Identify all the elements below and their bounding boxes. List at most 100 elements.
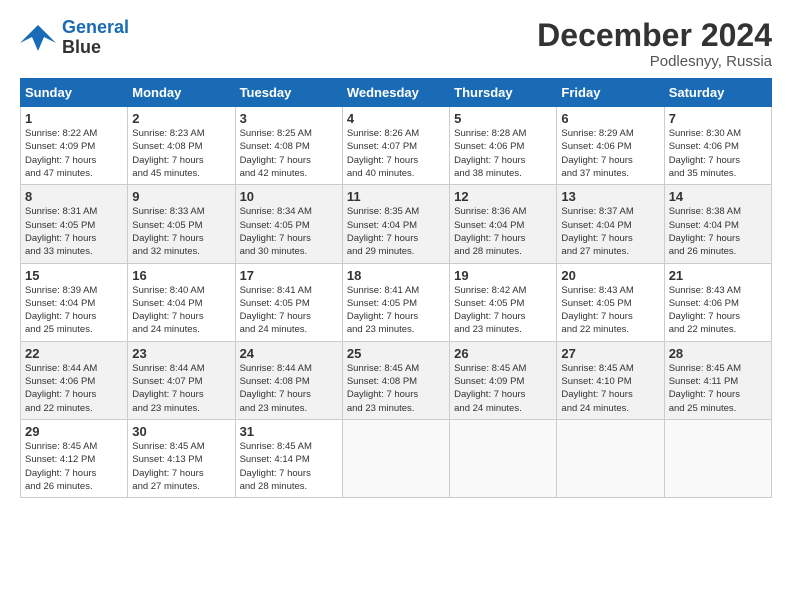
day-info: Sunrise: 8:36 AM Sunset: 4:04 PM Dayligh… <box>454 205 552 258</box>
calendar-cell: 7Sunrise: 8:30 AM Sunset: 4:06 PM Daylig… <box>664 107 771 185</box>
day-info: Sunrise: 8:42 AM Sunset: 4:05 PM Dayligh… <box>454 284 552 337</box>
day-info: Sunrise: 8:35 AM Sunset: 4:04 PM Dayligh… <box>347 205 445 258</box>
calendar-table: SundayMondayTuesdayWednesdayThursdayFrid… <box>20 78 772 498</box>
calendar-cell <box>342 419 449 497</box>
day-number: 7 <box>669 111 767 126</box>
calendar-cell: 3Sunrise: 8:25 AM Sunset: 4:08 PM Daylig… <box>235 107 342 185</box>
day-number: 18 <box>347 268 445 283</box>
day-info: Sunrise: 8:45 AM Sunset: 4:10 PM Dayligh… <box>561 362 659 415</box>
calendar-day-header: Thursday <box>450 79 557 107</box>
day-number: 15 <box>25 268 123 283</box>
calendar-cell: 15Sunrise: 8:39 AM Sunset: 4:04 PM Dayli… <box>21 263 128 341</box>
calendar-cell: 30Sunrise: 8:45 AM Sunset: 4:13 PM Dayli… <box>128 419 235 497</box>
day-info: Sunrise: 8:41 AM Sunset: 4:05 PM Dayligh… <box>240 284 338 337</box>
day-number: 23 <box>132 346 230 361</box>
calendar-week-row: 8Sunrise: 8:31 AM Sunset: 4:05 PM Daylig… <box>21 185 772 263</box>
day-info: Sunrise: 8:43 AM Sunset: 4:06 PM Dayligh… <box>669 284 767 337</box>
day-number: 16 <box>132 268 230 283</box>
day-info: Sunrise: 8:44 AM Sunset: 4:08 PM Dayligh… <box>240 362 338 415</box>
calendar-cell: 26Sunrise: 8:45 AM Sunset: 4:09 PM Dayli… <box>450 341 557 419</box>
calendar-cell <box>557 419 664 497</box>
day-number: 6 <box>561 111 659 126</box>
day-number: 31 <box>240 424 338 439</box>
day-info: Sunrise: 8:41 AM Sunset: 4:05 PM Dayligh… <box>347 284 445 337</box>
logo: GeneralBlue <box>20 18 129 58</box>
calendar-cell: 17Sunrise: 8:41 AM Sunset: 4:05 PM Dayli… <box>235 263 342 341</box>
calendar-week-row: 1Sunrise: 8:22 AM Sunset: 4:09 PM Daylig… <box>21 107 772 185</box>
calendar-cell <box>450 419 557 497</box>
day-number: 21 <box>669 268 767 283</box>
calendar-cell: 9Sunrise: 8:33 AM Sunset: 4:05 PM Daylig… <box>128 185 235 263</box>
calendar-cell: 12Sunrise: 8:36 AM Sunset: 4:04 PM Dayli… <box>450 185 557 263</box>
day-number: 11 <box>347 189 445 204</box>
calendar-cell: 16Sunrise: 8:40 AM Sunset: 4:04 PM Dayli… <box>128 263 235 341</box>
calendar-cell: 22Sunrise: 8:44 AM Sunset: 4:06 PM Dayli… <box>21 341 128 419</box>
calendar-week-row: 29Sunrise: 8:45 AM Sunset: 4:12 PM Dayli… <box>21 419 772 497</box>
day-info: Sunrise: 8:37 AM Sunset: 4:04 PM Dayligh… <box>561 205 659 258</box>
day-number: 9 <box>132 189 230 204</box>
calendar-cell: 5Sunrise: 8:28 AM Sunset: 4:06 PM Daylig… <box>450 107 557 185</box>
day-number: 10 <box>240 189 338 204</box>
day-info: Sunrise: 8:33 AM Sunset: 4:05 PM Dayligh… <box>132 205 230 258</box>
calendar-cell: 18Sunrise: 8:41 AM Sunset: 4:05 PM Dayli… <box>342 263 449 341</box>
page-container: GeneralBlue December 2024 Podlesnyy, Rus… <box>0 0 792 508</box>
calendar-cell: 31Sunrise: 8:45 AM Sunset: 4:14 PM Dayli… <box>235 419 342 497</box>
day-info: Sunrise: 8:43 AM Sunset: 4:05 PM Dayligh… <box>561 284 659 337</box>
title-block: December 2024 Podlesnyy, Russia <box>537 18 772 70</box>
day-info: Sunrise: 8:44 AM Sunset: 4:06 PM Dayligh… <box>25 362 123 415</box>
day-number: 13 <box>561 189 659 204</box>
day-info: Sunrise: 8:45 AM Sunset: 4:08 PM Dayligh… <box>347 362 445 415</box>
day-number: 27 <box>561 346 659 361</box>
day-info: Sunrise: 8:30 AM Sunset: 4:06 PM Dayligh… <box>669 127 767 180</box>
calendar-cell: 19Sunrise: 8:42 AM Sunset: 4:05 PM Dayli… <box>450 263 557 341</box>
day-number: 2 <box>132 111 230 126</box>
calendar-cell: 11Sunrise: 8:35 AM Sunset: 4:04 PM Dayli… <box>342 185 449 263</box>
calendar-day-header: Sunday <box>21 79 128 107</box>
calendar-header-row: SundayMondayTuesdayWednesdayThursdayFrid… <box>21 79 772 107</box>
calendar-cell: 27Sunrise: 8:45 AM Sunset: 4:10 PM Dayli… <box>557 341 664 419</box>
day-info: Sunrise: 8:40 AM Sunset: 4:04 PM Dayligh… <box>132 284 230 337</box>
day-number: 28 <box>669 346 767 361</box>
day-info: Sunrise: 8:25 AM Sunset: 4:08 PM Dayligh… <box>240 127 338 180</box>
day-number: 17 <box>240 268 338 283</box>
calendar-cell: 2Sunrise: 8:23 AM Sunset: 4:08 PM Daylig… <box>128 107 235 185</box>
day-number: 25 <box>347 346 445 361</box>
day-info: Sunrise: 8:23 AM Sunset: 4:08 PM Dayligh… <box>132 127 230 180</box>
calendar-cell: 4Sunrise: 8:26 AM Sunset: 4:07 PM Daylig… <box>342 107 449 185</box>
day-number: 30 <box>132 424 230 439</box>
calendar-cell: 24Sunrise: 8:44 AM Sunset: 4:08 PM Dayli… <box>235 341 342 419</box>
day-number: 14 <box>669 189 767 204</box>
location-subtitle: Podlesnyy, Russia <box>537 53 772 70</box>
month-title: December 2024 <box>537 18 772 53</box>
calendar-cell: 20Sunrise: 8:43 AM Sunset: 4:05 PM Dayli… <box>557 263 664 341</box>
day-info: Sunrise: 8:45 AM Sunset: 4:11 PM Dayligh… <box>669 362 767 415</box>
header: GeneralBlue December 2024 Podlesnyy, Rus… <box>20 18 772 70</box>
day-number: 4 <box>347 111 445 126</box>
day-info: Sunrise: 8:38 AM Sunset: 4:04 PM Dayligh… <box>669 205 767 258</box>
calendar-cell <box>664 419 771 497</box>
calendar-cell: 14Sunrise: 8:38 AM Sunset: 4:04 PM Dayli… <box>664 185 771 263</box>
calendar-week-row: 22Sunrise: 8:44 AM Sunset: 4:06 PM Dayli… <box>21 341 772 419</box>
day-info: Sunrise: 8:45 AM Sunset: 4:12 PM Dayligh… <box>25 440 123 493</box>
day-number: 29 <box>25 424 123 439</box>
calendar-week-row: 15Sunrise: 8:39 AM Sunset: 4:04 PM Dayli… <box>21 263 772 341</box>
day-info: Sunrise: 8:44 AM Sunset: 4:07 PM Dayligh… <box>132 362 230 415</box>
calendar-cell: 25Sunrise: 8:45 AM Sunset: 4:08 PM Dayli… <box>342 341 449 419</box>
logo-text: GeneralBlue <box>62 18 129 58</box>
day-info: Sunrise: 8:22 AM Sunset: 4:09 PM Dayligh… <box>25 127 123 180</box>
calendar-cell: 1Sunrise: 8:22 AM Sunset: 4:09 PM Daylig… <box>21 107 128 185</box>
day-info: Sunrise: 8:31 AM Sunset: 4:05 PM Dayligh… <box>25 205 123 258</box>
calendar-cell: 13Sunrise: 8:37 AM Sunset: 4:04 PM Dayli… <box>557 185 664 263</box>
calendar-cell: 23Sunrise: 8:44 AM Sunset: 4:07 PM Dayli… <box>128 341 235 419</box>
day-info: Sunrise: 8:45 AM Sunset: 4:13 PM Dayligh… <box>132 440 230 493</box>
day-info: Sunrise: 8:26 AM Sunset: 4:07 PM Dayligh… <box>347 127 445 180</box>
day-info: Sunrise: 8:29 AM Sunset: 4:06 PM Dayligh… <box>561 127 659 180</box>
calendar-day-header: Saturday <box>664 79 771 107</box>
calendar-cell: 10Sunrise: 8:34 AM Sunset: 4:05 PM Dayli… <box>235 185 342 263</box>
calendar-cell: 28Sunrise: 8:45 AM Sunset: 4:11 PM Dayli… <box>664 341 771 419</box>
calendar-day-header: Wednesday <box>342 79 449 107</box>
day-number: 5 <box>454 111 552 126</box>
calendar-cell: 8Sunrise: 8:31 AM Sunset: 4:05 PM Daylig… <box>21 185 128 263</box>
day-number: 1 <box>25 111 123 126</box>
day-number: 3 <box>240 111 338 126</box>
